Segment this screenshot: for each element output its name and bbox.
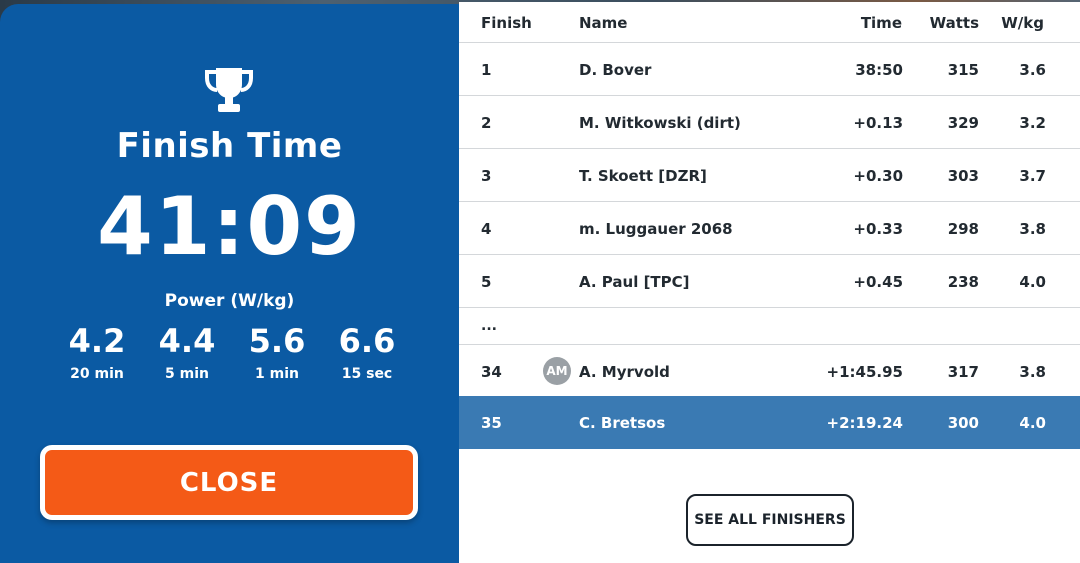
table-row[interactable]: 1 D. Bover 38:50 315 3.6 xyxy=(459,43,1080,96)
power-stats: 4.2 20 min 4.4 5 min 5.6 1 min 6.6 15 se… xyxy=(52,322,412,392)
column-header-name[interactable]: Name xyxy=(579,14,627,32)
finish-position: 35 xyxy=(481,414,502,432)
rider-wkg: 3.6 xyxy=(1019,61,1046,79)
rider-wkg: 3.8 xyxy=(1019,363,1046,381)
power-stat-20min: 4.2 20 min xyxy=(52,322,142,392)
see-all-finishers-button[interactable]: SEE ALL FINISHERS xyxy=(686,494,854,546)
power-duration: 1 min xyxy=(255,366,299,382)
power-duration: 15 sec xyxy=(341,366,393,382)
table-row[interactable]: 3 T. Skoett [DZR] +0.30 303 3.7 xyxy=(459,149,1080,202)
rider-time: +1:45.95 xyxy=(826,363,903,381)
rider-time: 38:50 xyxy=(855,61,903,79)
rider-name: A. Myrvold xyxy=(579,363,670,381)
rider-watts: 317 xyxy=(947,363,979,381)
finish-summary-panel: Finish Time 41:09 Power (W/kg) 4.2 20 mi… xyxy=(0,4,459,563)
rider-wkg: 3.7 xyxy=(1019,167,1046,185)
results-panel: Finish Name Time Watts W/kg 1 D. Bover 3… xyxy=(459,2,1080,563)
rider-name: T. Skoett [DZR] xyxy=(579,167,707,185)
finish-time-label: Finish Time xyxy=(116,126,343,166)
rider-time: +0.30 xyxy=(853,167,903,185)
finish-position: 3 xyxy=(481,167,492,185)
finish-position: 34 xyxy=(481,363,502,381)
table-row[interactable]: 2 M. Witkowski (dirt) +0.13 329 3.2 xyxy=(459,96,1080,149)
rider-wkg: 3.8 xyxy=(1019,220,1046,238)
power-stat-15sec: 6.6 15 sec xyxy=(322,322,412,392)
finish-position: 1 xyxy=(481,61,492,79)
rider-time: +0.45 xyxy=(853,273,903,291)
avatar: AM xyxy=(543,357,571,385)
rider-watts: 329 xyxy=(947,114,979,132)
power-value: 4.2 xyxy=(68,322,126,360)
results-table-header: Finish Name Time Watts W/kg xyxy=(459,2,1080,43)
rider-watts: 238 xyxy=(947,273,979,291)
column-header-finish[interactable]: Finish xyxy=(481,14,532,32)
table-row[interactable]: 5 A. Paul [TPC] +0.45 238 4.0 xyxy=(459,255,1080,308)
power-duration: 5 min xyxy=(165,366,209,382)
rider-name: C. Bretsos xyxy=(579,414,666,432)
column-header-watts[interactable]: Watts xyxy=(930,14,979,32)
rider-watts: 315 xyxy=(947,61,979,79)
rider-watts: 298 xyxy=(947,220,979,238)
power-value: 4.4 xyxy=(158,322,216,360)
rider-wkg: 4.0 xyxy=(1019,273,1046,291)
rider-name: m. Luggauer 2068 xyxy=(579,220,733,238)
rider-watts: 303 xyxy=(947,167,979,185)
rider-wkg: 3.2 xyxy=(1019,114,1046,132)
table-row[interactable]: 4 m. Luggauer 2068 +0.33 298 3.8 xyxy=(459,202,1080,255)
power-stat-1min: 5.6 1 min xyxy=(232,322,322,392)
rider-name: A. Paul [TPC] xyxy=(579,273,690,291)
rider-watts: 300 xyxy=(947,414,979,432)
column-header-time[interactable]: Time xyxy=(861,14,902,32)
rider-name: M. Witkowski (dirt) xyxy=(579,114,741,132)
finish-time-value: 41:09 xyxy=(97,180,362,273)
power-duration: 20 min xyxy=(70,366,124,382)
rider-time: +0.33 xyxy=(853,220,903,238)
rider-time: +2:19.24 xyxy=(826,414,903,432)
table-row-current-user[interactable]: 35 C. Bretsos +2:19.24 300 4.0 xyxy=(459,396,1080,449)
column-header-wkg[interactable]: W/kg xyxy=(1001,14,1044,32)
finish-position: 2 xyxy=(481,114,492,132)
power-value: 5.6 xyxy=(248,322,306,360)
close-button[interactable]: CLOSE xyxy=(40,445,418,520)
rider-wkg: 4.0 xyxy=(1019,414,1046,432)
power-label: Power (W/kg) xyxy=(164,291,295,311)
finish-position: 5 xyxy=(481,273,492,291)
power-stat-5min: 4.4 5 min xyxy=(142,322,232,392)
trophy-icon xyxy=(205,68,253,112)
results-gap-row: ... xyxy=(459,310,1080,345)
power-value: 6.6 xyxy=(338,322,396,360)
rider-name: D. Bover xyxy=(579,61,652,79)
finish-position: 4 xyxy=(481,220,492,238)
rider-time: +0.13 xyxy=(853,114,903,132)
table-row[interactable]: 34 AM A. Myrvold +1:45.95 317 3.8 xyxy=(459,345,1080,398)
results-ellipsis: ... xyxy=(481,318,497,334)
